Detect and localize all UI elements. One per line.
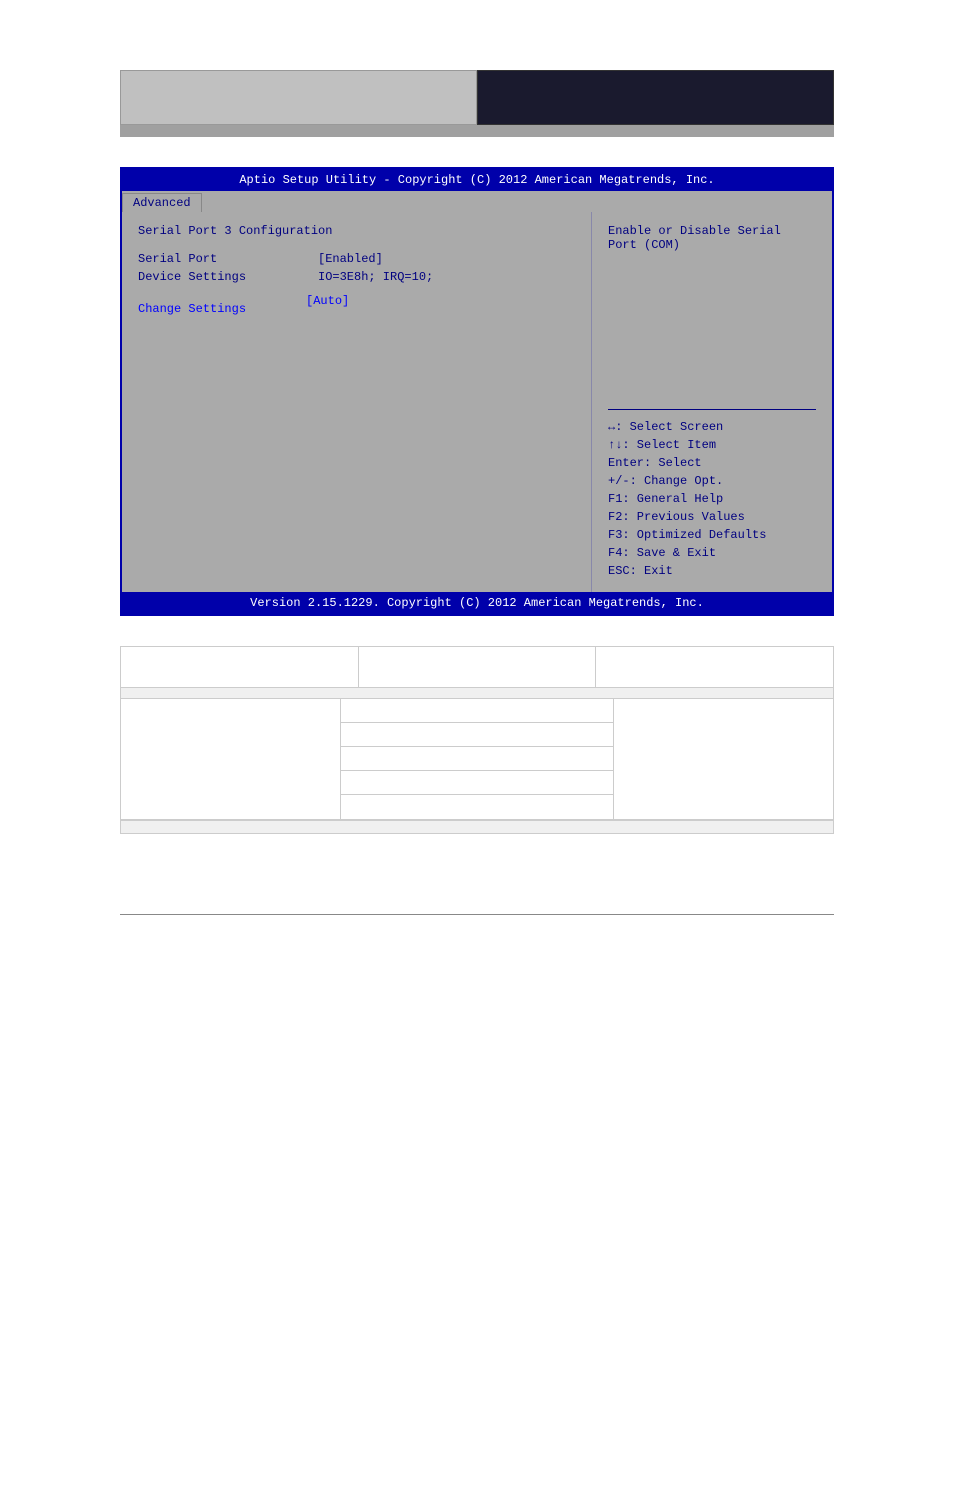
- change-settings-row[interactable]: Change Settings [Auto]: [138, 294, 575, 316]
- key-select-screen: ↔: Select Screen: [608, 418, 816, 436]
- key-f4-save: F4: Save & Exit: [608, 544, 816, 562]
- change-settings-value: [Auto]: [306, 294, 349, 316]
- table-sub-cell-4: [341, 771, 613, 795]
- key-select-item: ↑↓: Select Item: [608, 436, 816, 454]
- bios-key-legend: ↔: Select Screen ↑↓: Select Item Enter: …: [608, 418, 816, 580]
- bios-title: Aptio Setup Utility - Copyright (C) 2012…: [122, 169, 832, 191]
- header-right-panel: [477, 70, 834, 125]
- top-header: [120, 70, 834, 125]
- bottom-divider: [120, 914, 834, 915]
- serial-port-value: [Enabled]: [318, 252, 383, 266]
- table-sub-cell-5: [341, 795, 613, 819]
- bios-right-panel: Enable or Disable Serial Port (COM) ↔: S…: [592, 212, 832, 592]
- table-bottom-bar: [121, 820, 833, 833]
- serial-port-row[interactable]: Serial Port [Enabled]: [138, 252, 575, 266]
- bios-help-text: Enable or Disable Serial Port (COM): [608, 224, 816, 401]
- table-sub-cell-2: [341, 723, 613, 747]
- key-change-opt: +/-: Change Opt.: [608, 472, 816, 490]
- table-mixed-row: [121, 699, 833, 820]
- bios-footer: Version 2.15.1229. Copyright (C) 2012 Am…: [122, 592, 832, 614]
- device-settings-label: Device Settings: [138, 270, 318, 284]
- table-header-cell-1: [121, 647, 359, 687]
- table-right-cells: [341, 699, 613, 819]
- bios-content: Serial Port 3 Configuration Serial Port …: [122, 212, 832, 592]
- table-third-col: [613, 699, 833, 819]
- table-left-cell: [121, 699, 341, 819]
- bios-title-text: Aptio Setup Utility - Copyright (C) 2012…: [239, 173, 714, 187]
- device-settings-value: IO=3E8h; IRQ=10;: [318, 270, 433, 284]
- serial-port-label: Serial Port: [138, 252, 318, 266]
- table-header-cell-3: [596, 647, 833, 687]
- key-f3-defaults: F3: Optimized Defaults: [608, 526, 816, 544]
- key-f2-prev: F2: Previous Values: [608, 508, 816, 526]
- key-f1-help: F1: General Help: [608, 490, 816, 508]
- table-header-row: [121, 647, 833, 688]
- section-title: Serial Port 3 Configuration: [138, 224, 575, 238]
- bios-container: Aptio Setup Utility - Copyright (C) 2012…: [120, 167, 834, 616]
- table-full-row: [121, 688, 833, 699]
- tab-advanced[interactable]: Advanced: [122, 193, 202, 212]
- bios-footer-text: Version 2.15.1229. Copyright (C) 2012 Am…: [250, 596, 704, 610]
- bios-divider: [608, 409, 816, 410]
- table-header-cell-2: [359, 647, 597, 687]
- change-settings-label: Change Settings: [138, 302, 246, 316]
- header-left-panel: [120, 70, 477, 125]
- device-settings-row: Device Settings IO=3E8h; IRQ=10;: [138, 270, 575, 284]
- key-esc-exit: ESC: Exit: [608, 562, 816, 580]
- header-bar: [120, 125, 834, 137]
- table-sub-cell-1: [341, 699, 613, 723]
- table-sub-cell-3: [341, 747, 613, 771]
- bios-tab-bar: Advanced: [122, 191, 832, 212]
- bios-left-panel: Serial Port 3 Configuration Serial Port …: [122, 212, 592, 592]
- key-enter-select: Enter: Select: [608, 454, 816, 472]
- table-section: [120, 646, 834, 834]
